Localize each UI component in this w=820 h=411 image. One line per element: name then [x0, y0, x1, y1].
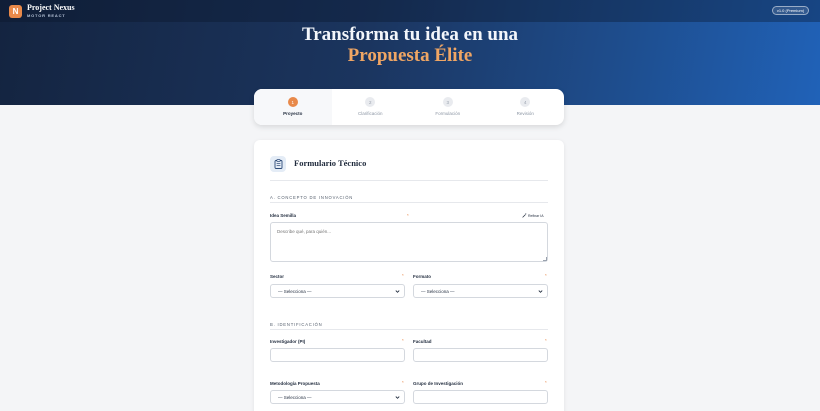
select-value: — Selecciona — — [278, 289, 312, 294]
metodologia-label: Metodología Propuesta — [270, 381, 320, 386]
divider — [270, 180, 548, 181]
step-label: Revisión — [516, 111, 534, 116]
chevron-down-icon — [395, 290, 400, 293]
step-number: 3 — [442, 97, 453, 107]
step-number: 1 — [287, 97, 298, 107]
wand-icon — [522, 213, 527, 218]
investigador-input[interactable] — [270, 348, 405, 362]
sector-select[interactable]: — Selecciona — — [270, 284, 405, 298]
top-bar — [0, 0, 820, 22]
section-a-title: A. CONCEPTO DE INNOVACIÓN — [270, 195, 354, 200]
required-mark: * — [545, 338, 547, 343]
step-number: 4 — [520, 97, 531, 107]
facultad-input[interactable] — [413, 348, 548, 362]
step-number: 2 — [365, 97, 376, 107]
brand-title: Project Nexus — [27, 3, 75, 12]
required-mark: * — [407, 213, 409, 218]
hero-title-line2: Propuesta Élite — [347, 45, 473, 66]
progress-stepper: 1 Proyecto 2 Clarificación 3 Formulación… — [254, 89, 564, 125]
idea-textarea[interactable] — [270, 222, 548, 262]
form-card: Formulario Técnico A. CONCEPTO DE INNOVA… — [254, 140, 564, 411]
logo-icon: N — [9, 5, 22, 18]
form-title: Formulario Técnico — [294, 158, 367, 168]
step-clarificacion[interactable]: 2 Clarificación — [332, 89, 410, 125]
step-label: Proyecto — [283, 111, 303, 116]
step-formulacion[interactable]: 3 Formulación — [409, 89, 487, 125]
grupo-label: Grupo de Investigación — [413, 381, 464, 386]
select-value: — Selecciona — — [421, 289, 455, 294]
required-mark: * — [402, 338, 404, 343]
formato-label: Formato — [413, 274, 431, 279]
required-mark: * — [545, 273, 547, 278]
step-proyecto[interactable]: 1 Proyecto — [254, 89, 332, 125]
resize-handle[interactable] — [543, 257, 547, 261]
formato-select[interactable]: — Selecciona — — [413, 284, 548, 298]
refine-ai-button[interactable]: Refinar IA — [522, 213, 544, 218]
section-b-title: B. IDENTIFICACIÓN — [270, 322, 323, 327]
select-value: — Selecciona — — [278, 395, 312, 400]
facultad-label: Facultad — [413, 339, 432, 344]
grupo-input[interactable] — [413, 390, 548, 404]
brand-subtitle: MOTOR REACT — [27, 13, 66, 18]
step-label: Clarificación — [357, 111, 383, 116]
hero-title-line1: Transforma tu idea en una — [301, 24, 519, 45]
version-badge: v1.0 (Premium) — [772, 6, 809, 15]
refine-label: Refinar IA — [528, 213, 544, 218]
idea-label: Idea Semilla — [270, 213, 297, 218]
clipboard-icon — [270, 156, 286, 172]
divider — [270, 202, 548, 203]
step-label: Formulación — [435, 111, 461, 116]
required-mark: * — [402, 380, 404, 385]
investigador-label: Investigador (PI) — [270, 339, 306, 344]
chevron-down-icon — [538, 290, 543, 293]
required-mark: * — [402, 273, 404, 278]
sector-label: Sector — [270, 274, 285, 279]
divider — [270, 329, 548, 330]
chevron-down-icon — [395, 396, 400, 399]
step-revision[interactable]: 4 Revisión — [487, 89, 565, 125]
required-mark: * — [545, 380, 547, 385]
metodologia-select[interactable]: — Selecciona — — [270, 390, 405, 404]
